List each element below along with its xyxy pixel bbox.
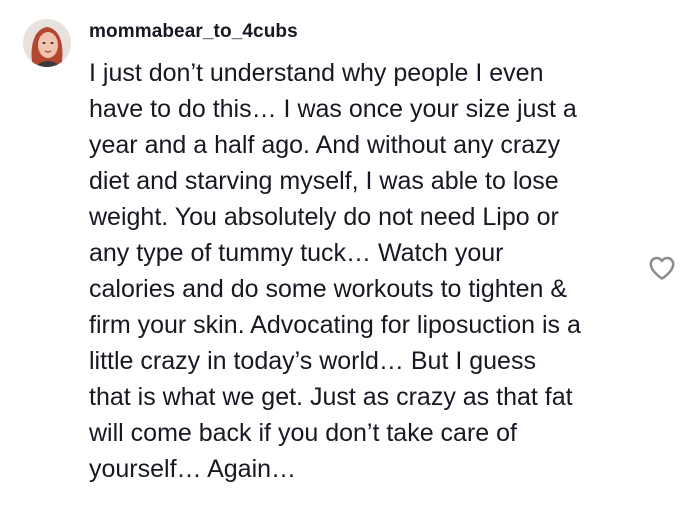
comment-username[interactable]: mommabear_to_4cubs: [89, 21, 298, 43]
comment-text-line: any type of tummy tuck… Watch your: [89, 239, 504, 267]
comment-text-line: have to do this… I was once your size ju…: [89, 95, 577, 123]
comment-text-line: I just don’t understand why people I eve…: [89, 59, 544, 87]
comment-text: I just don’t understand why people I eve…: [89, 55, 659, 487]
comment-text-line: yourself… Again…: [89, 455, 297, 483]
comment-text-line: diet and starving myself, I was able to …: [89, 167, 559, 195]
avatar[interactable]: [23, 19, 71, 67]
comment-text-line: will come back if you don’t take care of: [89, 419, 517, 447]
like-button[interactable]: [647, 253, 677, 283]
comment-text-line: little crazy in today’s world… But I gue…: [89, 347, 536, 375]
comment-item: mommabear_to_4cubs I just don’t understa…: [0, 0, 700, 509]
comment-text-line: calories and do some workouts to tighten…: [89, 275, 568, 303]
comment-text-line: weight. You absolutely do not need Lipo …: [89, 203, 559, 231]
comment-text-line: year and a half ago. And without any cra…: [89, 131, 561, 159]
avatar-image: [23, 19, 71, 67]
comment-text-line: firm your skin. Advocating for liposucti…: [89, 311, 581, 339]
heart-outline-icon: [649, 256, 675, 280]
comment-text-line: that is what we get. Just as crazy as th…: [89, 383, 573, 411]
